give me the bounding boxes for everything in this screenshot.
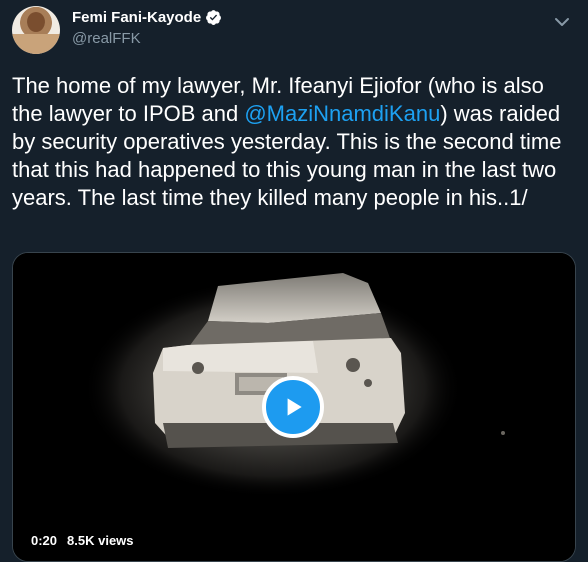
avatar-face [27, 12, 45, 32]
tweet-text: The home of my lawyer, Mr. Ifeanyi Ejiof… [12, 72, 574, 212]
mention-link[interactable]: @MaziNnamdiKanu [244, 101, 440, 126]
video-views: 8.5K views [67, 533, 134, 548]
video-player[interactable]: 0:20 8.5K views [12, 252, 576, 562]
author-name-row: Femi Fani-Kayode [72, 9, 222, 26]
chevron-down-icon[interactable] [550, 10, 574, 34]
video-stats: 0:20 8.5K views [31, 533, 134, 548]
play-button[interactable] [262, 376, 324, 438]
display-name[interactable]: Femi Fani-Kayode [72, 9, 201, 26]
avatar[interactable] [12, 6, 60, 54]
video-duration: 0:20 [31, 533, 58, 548]
user-handle[interactable]: @realFFK [72, 30, 141, 47]
avatar-shirt [12, 34, 60, 54]
verified-badge-icon [205, 9, 222, 26]
play-icon [287, 398, 302, 416]
